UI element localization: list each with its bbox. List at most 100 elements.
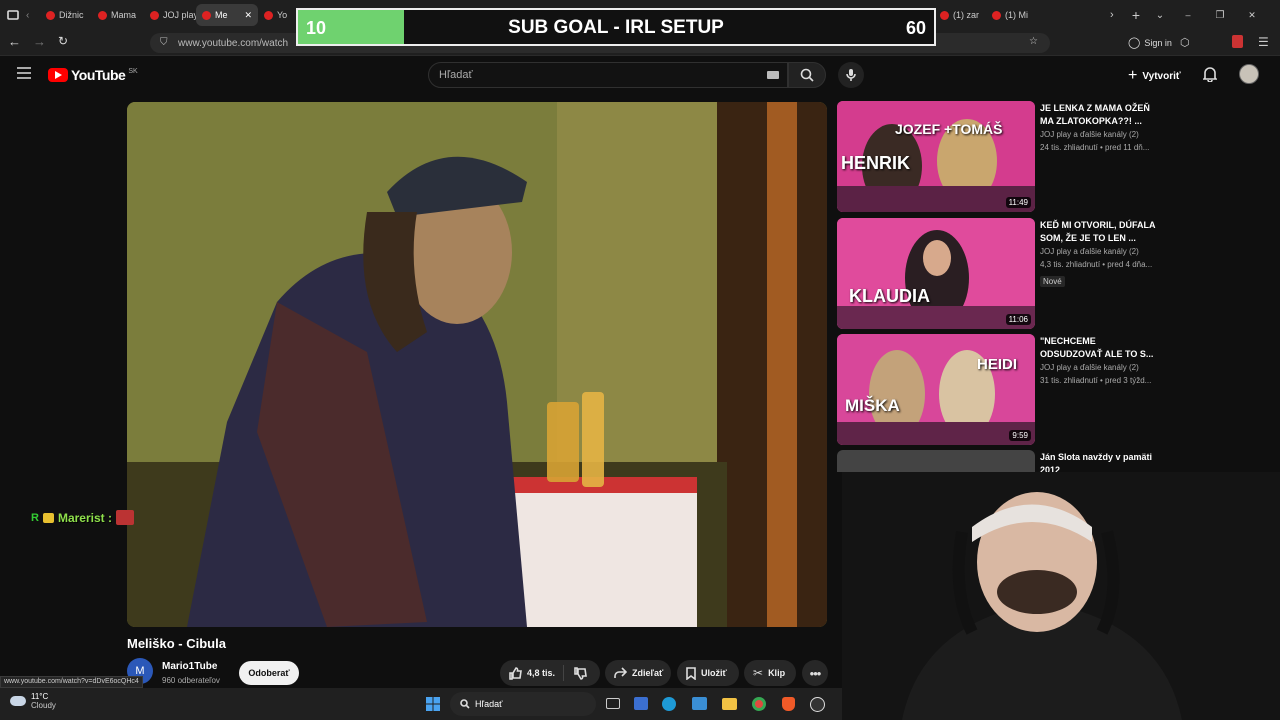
recommendation-card[interactable]: Ján Slota navždy v pamäti 2012 bbox=[837, 450, 1157, 475]
minimize-icon[interactable]: – bbox=[1172, 10, 1204, 20]
brave-icon[interactable] bbox=[782, 697, 795, 711]
menu-dots-icon[interactable]: ☰ bbox=[1258, 35, 1269, 49]
close-tab-icon[interactable]: ✕ bbox=[244, 10, 252, 21]
dislike-button[interactable] bbox=[564, 666, 587, 680]
tab-favicon-icon bbox=[940, 10, 949, 20]
start-windows-icon[interactable] bbox=[426, 697, 440, 711]
webcam-overlay bbox=[842, 472, 1280, 720]
youtube-play-icon bbox=[48, 68, 68, 82]
thumbs-down-icon bbox=[574, 666, 587, 680]
video-frame bbox=[127, 102, 827, 627]
recommendation-thumbnail: KLAUDIA 11:06 bbox=[837, 218, 1035, 329]
keyboard-icon[interactable] bbox=[767, 71, 779, 79]
hamburger-menu-icon[interactable] bbox=[16, 66, 32, 80]
recommendation-channel: JOJ play a ďalšie kanály (2) bbox=[1040, 363, 1139, 372]
forward-icon[interactable]: → bbox=[33, 34, 46, 49]
clip-button[interactable]: ✂ Klip bbox=[744, 660, 796, 686]
save-label: Uložiť bbox=[701, 668, 727, 678]
create-label: Vytvoriť bbox=[1142, 70, 1181, 82]
browser-tab[interactable]: (1) Mi bbox=[986, 4, 1038, 26]
video-duration: 9:59 bbox=[1009, 430, 1031, 441]
youtube-logo-text: YouTube bbox=[71, 67, 126, 83]
sub-goal-target: 60 bbox=[905, 18, 926, 38]
plus-icon: + bbox=[1128, 67, 1138, 84]
subscribe-button[interactable]: Odoberať bbox=[239, 661, 299, 685]
recommendation-card[interactable]: HEIDI MIŠKA 9:59 "NECHCEME ODSUDZOVAŤ AL… bbox=[837, 334, 1157, 446]
close-window-icon[interactable]: ✕ bbox=[1236, 10, 1268, 21]
thumbnail-names-top: HEIDI bbox=[977, 356, 1018, 373]
recommendation-card[interactable]: KLAUDIA 11:06 KEĎ MI OTVORIL, DÚFALA SOM… bbox=[837, 218, 1157, 330]
thumbnail-names: MIŠKA bbox=[845, 396, 900, 415]
account-avatar[interactable] bbox=[1239, 64, 1259, 84]
store-icon[interactable] bbox=[634, 697, 648, 710]
recommendation-card[interactable]: JOZEF +TOMÁŠ HENRIK 11:49 JE LENKA Z MAM… bbox=[837, 101, 1157, 213]
country-code: SK bbox=[128, 67, 138, 75]
like-button[interactable]: 4,8 tis. bbox=[500, 665, 564, 681]
thumbnail-names: HENRIK bbox=[841, 153, 911, 173]
scissors-icon: ✂ bbox=[753, 666, 764, 680]
file-explorer-icon[interactable] bbox=[722, 698, 737, 710]
browser-tab[interactable]: Mama bbox=[92, 4, 144, 26]
taskbar-search-icon bbox=[460, 699, 470, 709]
browser-tab-label: Mama bbox=[111, 10, 137, 20]
video-player[interactable] bbox=[127, 102, 827, 627]
shield-icon: ⛉ bbox=[160, 37, 168, 48]
tab-list-chevron-icon[interactable]: ⌄ bbox=[1148, 10, 1172, 21]
taskbar-search[interactable]: Hľadať bbox=[450, 692, 596, 716]
new-badge: Nové bbox=[1040, 276, 1065, 287]
save-button[interactable]: Uložiť bbox=[677, 660, 739, 686]
bookmark-star-icon[interactable]: ☆ bbox=[1029, 36, 1038, 47]
obs-icon[interactable] bbox=[810, 697, 825, 712]
extensions-icon[interactable]: ⬡ bbox=[1180, 36, 1190, 49]
task-view-icon[interactable] bbox=[606, 698, 620, 709]
tab-actions-icon[interactable] bbox=[0, 9, 26, 21]
subscribe-label: Odoberať bbox=[248, 668, 290, 678]
youtube-logo[interactable]: YouTube SK bbox=[48, 67, 138, 83]
bookmark-icon bbox=[686, 666, 696, 680]
thumbs-up-icon bbox=[509, 666, 522, 680]
browser-tab[interactable]: (1) zar bbox=[934, 4, 986, 26]
crown-badge-icon bbox=[42, 512, 54, 523]
weather-condition: Cloudy bbox=[31, 701, 56, 710]
sign-in-button[interactable]: ◯ Sign in bbox=[1128, 36, 1172, 49]
sub-goal-title: SUB GOAL - IRL SETUP bbox=[508, 17, 724, 38]
moderator-badge-icon: R bbox=[31, 511, 39, 524]
recommendation-meta: 24 tis. zhliadnutí • pred 11 dň... bbox=[1040, 143, 1150, 152]
search-input[interactable]: Hľadať bbox=[428, 62, 788, 88]
browser-tab-label: (1) Mi bbox=[1005, 10, 1028, 20]
thumbnail-names-top: JOZEF +TOMÁŠ bbox=[895, 121, 1003, 137]
voice-search-button[interactable] bbox=[838, 62, 864, 88]
create-button[interactable]: + Vytvoriť bbox=[1128, 67, 1181, 85]
search-button[interactable] bbox=[788, 62, 826, 88]
tab-scroll-left-icon[interactable]: ‹ bbox=[26, 10, 40, 21]
edge-icon[interactable] bbox=[662, 697, 676, 711]
windows-taskbar: 11°C Cloudy Hľadať bbox=[0, 688, 842, 720]
search-placeholder: Hľadať bbox=[439, 69, 473, 81]
channel-name[interactable]: Mario1Tube bbox=[162, 661, 217, 672]
browser-tab[interactable]: Dižnic bbox=[40, 4, 92, 26]
chrome-icon[interactable] bbox=[752, 697, 766, 711]
notifications-bell-icon[interactable] bbox=[1203, 66, 1217, 82]
tab-scroll-right-icon[interactable]: › bbox=[1110, 9, 1124, 21]
extension-badge-icon[interactable] bbox=[1232, 35, 1243, 48]
like-count: 4,8 tis. bbox=[527, 668, 556, 678]
subscriber-count: 960 odberateľov bbox=[162, 676, 220, 685]
tab-favicon-icon bbox=[46, 10, 55, 20]
browser-tab-label: JOJ play bbox=[163, 10, 196, 20]
recommendation-meta: 4,3 tis. zhliadnutí • pred 4 dňa... bbox=[1040, 260, 1153, 269]
new-tab-icon[interactable]: + bbox=[1124, 7, 1148, 23]
youtube-header: YouTube SK Hľadať + Vytvoriť bbox=[0, 56, 1280, 96]
microphone-icon bbox=[846, 68, 856, 82]
browser-tab[interactable]: JOJ play bbox=[144, 4, 196, 26]
browser-tab[interactable]: Me ✕ bbox=[196, 4, 258, 26]
webcam-feed bbox=[842, 472, 1280, 720]
maximize-icon[interactable]: ❐ bbox=[1204, 10, 1236, 21]
tab-favicon-icon bbox=[150, 10, 159, 20]
photos-icon[interactable] bbox=[692, 697, 707, 710]
more-actions-button[interactable]: ••• bbox=[802, 660, 828, 686]
weather-widget[interactable]: 11°C Cloudy bbox=[10, 692, 56, 710]
back-icon[interactable]: ← bbox=[8, 34, 21, 49]
browser-tab-label: Dižnic bbox=[59, 10, 84, 20]
share-button[interactable]: Zdieľať bbox=[605, 660, 671, 686]
reload-icon[interactable]: ↻ bbox=[58, 34, 68, 48]
